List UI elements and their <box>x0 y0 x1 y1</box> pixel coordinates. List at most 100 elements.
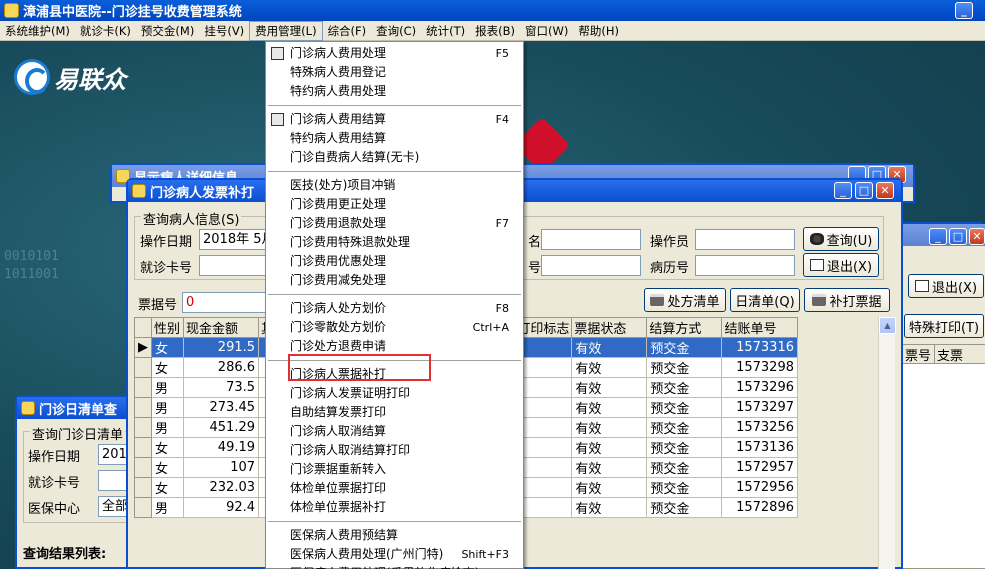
menu-item[interactable]: 医保病人费用处理(广州门特) Shift+F3 <box>266 545 523 564</box>
menu-item[interactable]: 医保病人费用处理(番禺放化疗检查) <box>266 564 523 569</box>
menu-item[interactable]: 门诊费用退款处理 F7 <box>266 214 523 233</box>
bill-no-cell: 1572956 <box>721 477 798 498</box>
menu-item-label: 门诊费用更正处理 <box>290 197 387 211</box>
menu-system[interactable]: 系统维护(M) <box>0 21 75 41</box>
app-title: 漳浦县中医院--门诊挂号收费管理系统 <box>23 5 242 20</box>
right-exit-button[interactable]: 退出(X) <box>908 274 984 298</box>
menu-item[interactable]: 门诊病人费用结算 F4 <box>266 110 523 129</box>
minimize-button[interactable]: _ <box>834 182 852 199</box>
minimize-button[interactable]: _ <box>955 2 973 19</box>
status-cell: 有效 <box>571 477 648 498</box>
menu-item[interactable]: 门诊费用减免处理 <box>266 271 523 290</box>
menu-item[interactable]: 特殊病人费用登记 <box>266 63 523 82</box>
menu-item[interactable]: 体检单位票据打印 <box>266 479 523 498</box>
menu-item[interactable]: 自助结算发票打印 <box>266 403 523 422</box>
close-button[interactable]: ✕ <box>969 228 985 245</box>
menu-prepay[interactable]: 预交金(M) <box>136 21 199 41</box>
special-print-button[interactable]: 特殊打印(T) <box>904 314 984 338</box>
receipt-field[interactable]: 0 <box>182 292 272 313</box>
row-header-cell <box>134 377 152 398</box>
menu-item-shortcut: Shift+F3 <box>461 548 509 561</box>
menu-item[interactable]: 门诊费用优惠处理 <box>266 252 523 271</box>
menu-item[interactable]: 门诊零散处方划价 Ctrl+A <box>266 318 523 337</box>
daily-op-date-label: 操作日期 <box>28 450 81 465</box>
row-header-cell <box>134 397 152 418</box>
col-status[interactable]: 票据状态 <box>571 317 648 338</box>
menu-item[interactable]: 门诊费用更正处理 <box>266 195 523 214</box>
name-field[interactable] <box>541 229 641 250</box>
right-grid[interactable]: 票号 支票 <box>902 344 985 569</box>
menu-item[interactable]: 门诊费用特殊退款处理 <box>266 233 523 252</box>
menu-separator <box>268 105 521 106</box>
menu-item[interactable]: 门诊病人取消结算 <box>266 422 523 441</box>
menu-item[interactable]: 门诊病人费用处理 F5 <box>266 44 523 63</box>
menu-item[interactable]: 医技(处方)项目冲销 <box>266 176 523 195</box>
app-icon <box>4 3 19 18</box>
record-label: 病历号 <box>650 261 690 276</box>
status-cell: 有效 <box>571 417 648 438</box>
menu-item-label: 体检单位票据打印 <box>290 481 387 495</box>
menu-item-label: 体检单位票据补打 <box>290 500 387 514</box>
method-cell: 预交金 <box>646 337 723 358</box>
menu-general[interactable]: 综合(F) <box>323 21 372 41</box>
menu-query[interactable]: 查询(C) <box>371 21 421 41</box>
op-date-field[interactable]: 2018年 5月 <box>199 229 269 250</box>
menu-reports[interactable]: 报表(B) <box>470 21 520 41</box>
cash-cell: 73.5 <box>182 377 260 398</box>
menu-item[interactable]: 门诊自费病人结算(无卡) <box>266 148 523 167</box>
bill-no-cell: 1572957 <box>721 457 798 478</box>
menubar: 系统维护(M) 就诊卡(K) 预交金(M) 挂号(V) 费用管理(L) 综合(F… <box>0 20 985 41</box>
menu-item-label: 门诊病人费用结算 <box>290 112 387 126</box>
method-cell: 预交金 <box>646 417 723 438</box>
query-button[interactable]: 查询(U) <box>803 227 879 251</box>
menu-item[interactable]: 门诊病人发票证明打印 <box>266 384 523 403</box>
record-field[interactable] <box>695 255 795 276</box>
status-cell: 有效 <box>571 497 648 518</box>
prescription-list-button[interactable]: 处方清单 <box>644 288 726 312</box>
col-bill-no[interactable]: 结账单号 <box>721 317 798 338</box>
scroll-up-icon[interactable]: ▲ <box>879 317 896 334</box>
calculator-icon <box>271 113 284 126</box>
menu-item[interactable]: 门诊票据重新转入 <box>266 460 523 479</box>
menu-item[interactable]: 医保病人费用预结算 <box>266 526 523 545</box>
row-header-cell: ▶ <box>134 337 152 358</box>
reg-field[interactable] <box>541 255 641 276</box>
reprint-receipt-button[interactable]: 补打票据 <box>804 288 890 312</box>
menu-card[interactable]: 就诊卡(K) <box>75 21 136 41</box>
menu-statistics[interactable]: 统计(T) <box>421 21 470 41</box>
sex-cell: 女 <box>151 437 184 458</box>
cash-cell: 451.29 <box>182 417 260 438</box>
special-print-label: 特殊打印(T) <box>908 320 980 336</box>
minimize-button[interactable]: _ <box>929 228 947 245</box>
menu-item[interactable]: 门诊病人处方划价 F8 <box>266 299 523 318</box>
col-sex[interactable]: 性别 <box>151 317 184 338</box>
menu-register[interactable]: 挂号(V) <box>199 21 249 41</box>
maximize-button[interactable]: □ <box>949 228 967 245</box>
menu-item[interactable]: 特约病人费用结算 <box>266 129 523 148</box>
daily-list-button[interactable]: 日清单(Q) <box>730 288 800 312</box>
bill-no-cell: 1573298 <box>721 357 798 378</box>
menu-fee-management[interactable]: 费用管理(L) <box>249 20 323 41</box>
menu-window[interactable]: 窗口(W) <box>520 21 573 41</box>
receipt-label: 票据号 <box>138 298 178 313</box>
col-cash[interactable]: 现金金额 <box>182 317 260 338</box>
menu-help[interactable]: 帮助(H) <box>573 21 624 41</box>
menu-item[interactable]: 门诊病人取消结算打印 <box>266 441 523 460</box>
menu-separator <box>268 171 521 172</box>
maximize-button[interactable]: □ <box>855 182 873 199</box>
card-field[interactable] <box>199 255 269 276</box>
window-icon <box>132 184 146 198</box>
menu-item[interactable]: 体检单位票据补打 <box>266 498 523 517</box>
menu-item[interactable]: 特约病人费用处理 <box>266 82 523 101</box>
operator-field[interactable] <box>695 229 795 250</box>
sex-cell: 女 <box>151 457 184 478</box>
sex-cell: 女 <box>151 357 184 378</box>
menu-item-label: 门诊病人发票证明打印 <box>290 386 411 400</box>
grid-scrollbar[interactable]: ▲ <box>878 317 896 569</box>
col-method[interactable]: 结算方式 <box>646 317 723 338</box>
close-button[interactable]: ✕ <box>876 182 894 199</box>
menu-item-label: 特约病人费用处理 <box>290 84 387 98</box>
bill-no-cell: 1573316 <box>721 337 798 358</box>
exit-button[interactable]: 退出(X) <box>803 253 879 277</box>
reg-label: 号 <box>528 261 542 276</box>
